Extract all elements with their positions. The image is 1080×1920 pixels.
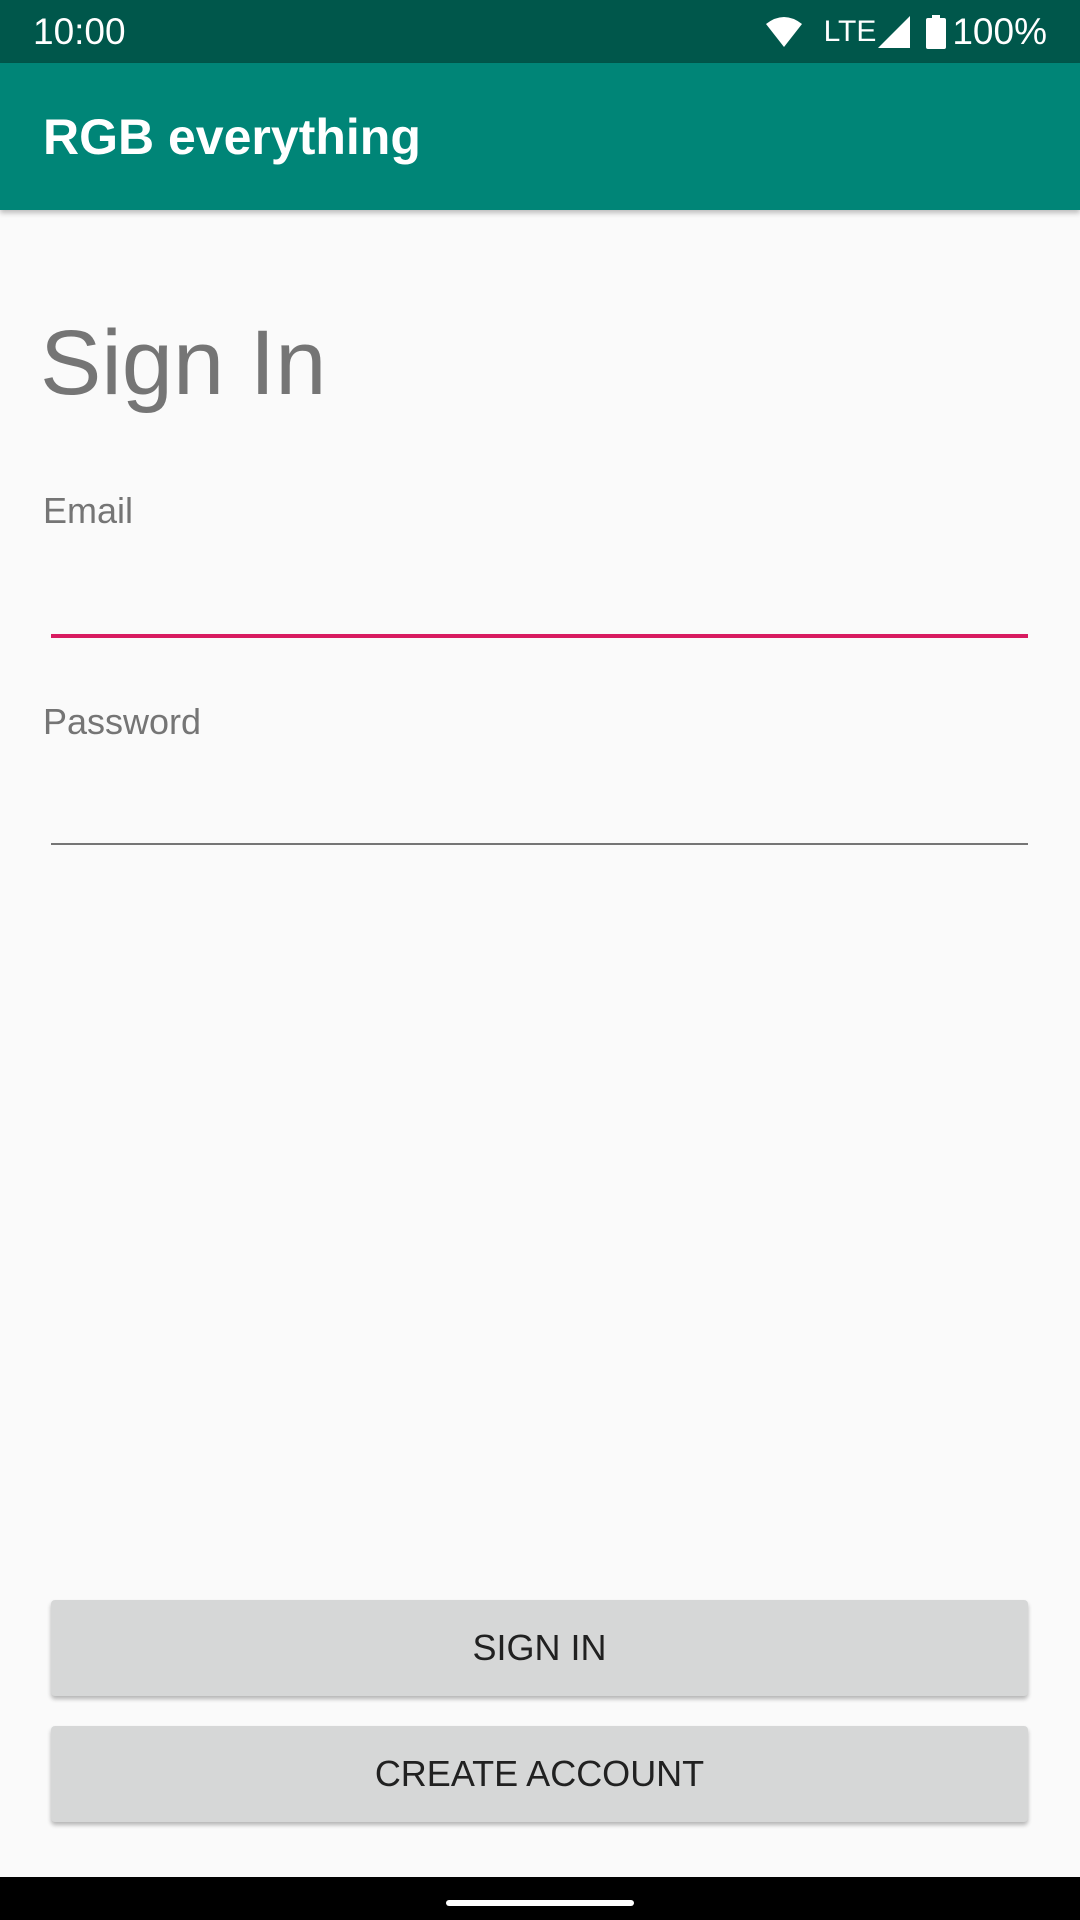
app-bar: RGB everything [0, 63, 1080, 210]
password-field[interactable] [51, 779, 1028, 845]
create-account-button[interactable]: CREATE ACCOUNT [51, 1726, 1028, 1822]
sign-in-button[interactable]: SIGN IN [51, 1600, 1028, 1696]
home-gesture-handle[interactable] [446, 1900, 634, 1906]
password-label: Password [43, 701, 202, 742]
cell-signal-icon [878, 16, 911, 48]
battery-icon [926, 15, 947, 49]
navigation-bar [0, 1877, 1080, 1920]
battery-percentage: 100% [952, 11, 1047, 52]
network-type-label: LTE [823, 15, 877, 48]
status-icons: LTE 100% [764, 10, 1047, 54]
app-title: RGB everything [43, 109, 421, 165]
page-title: Sign In [40, 312, 327, 414]
email-field[interactable] [51, 570, 1028, 638]
status-time: 10:00 [33, 11, 126, 52]
email-label: Email [43, 490, 134, 531]
status-bar: 10:00 LTE 100% [0, 0, 1080, 63]
wifi-icon [764, 16, 804, 48]
